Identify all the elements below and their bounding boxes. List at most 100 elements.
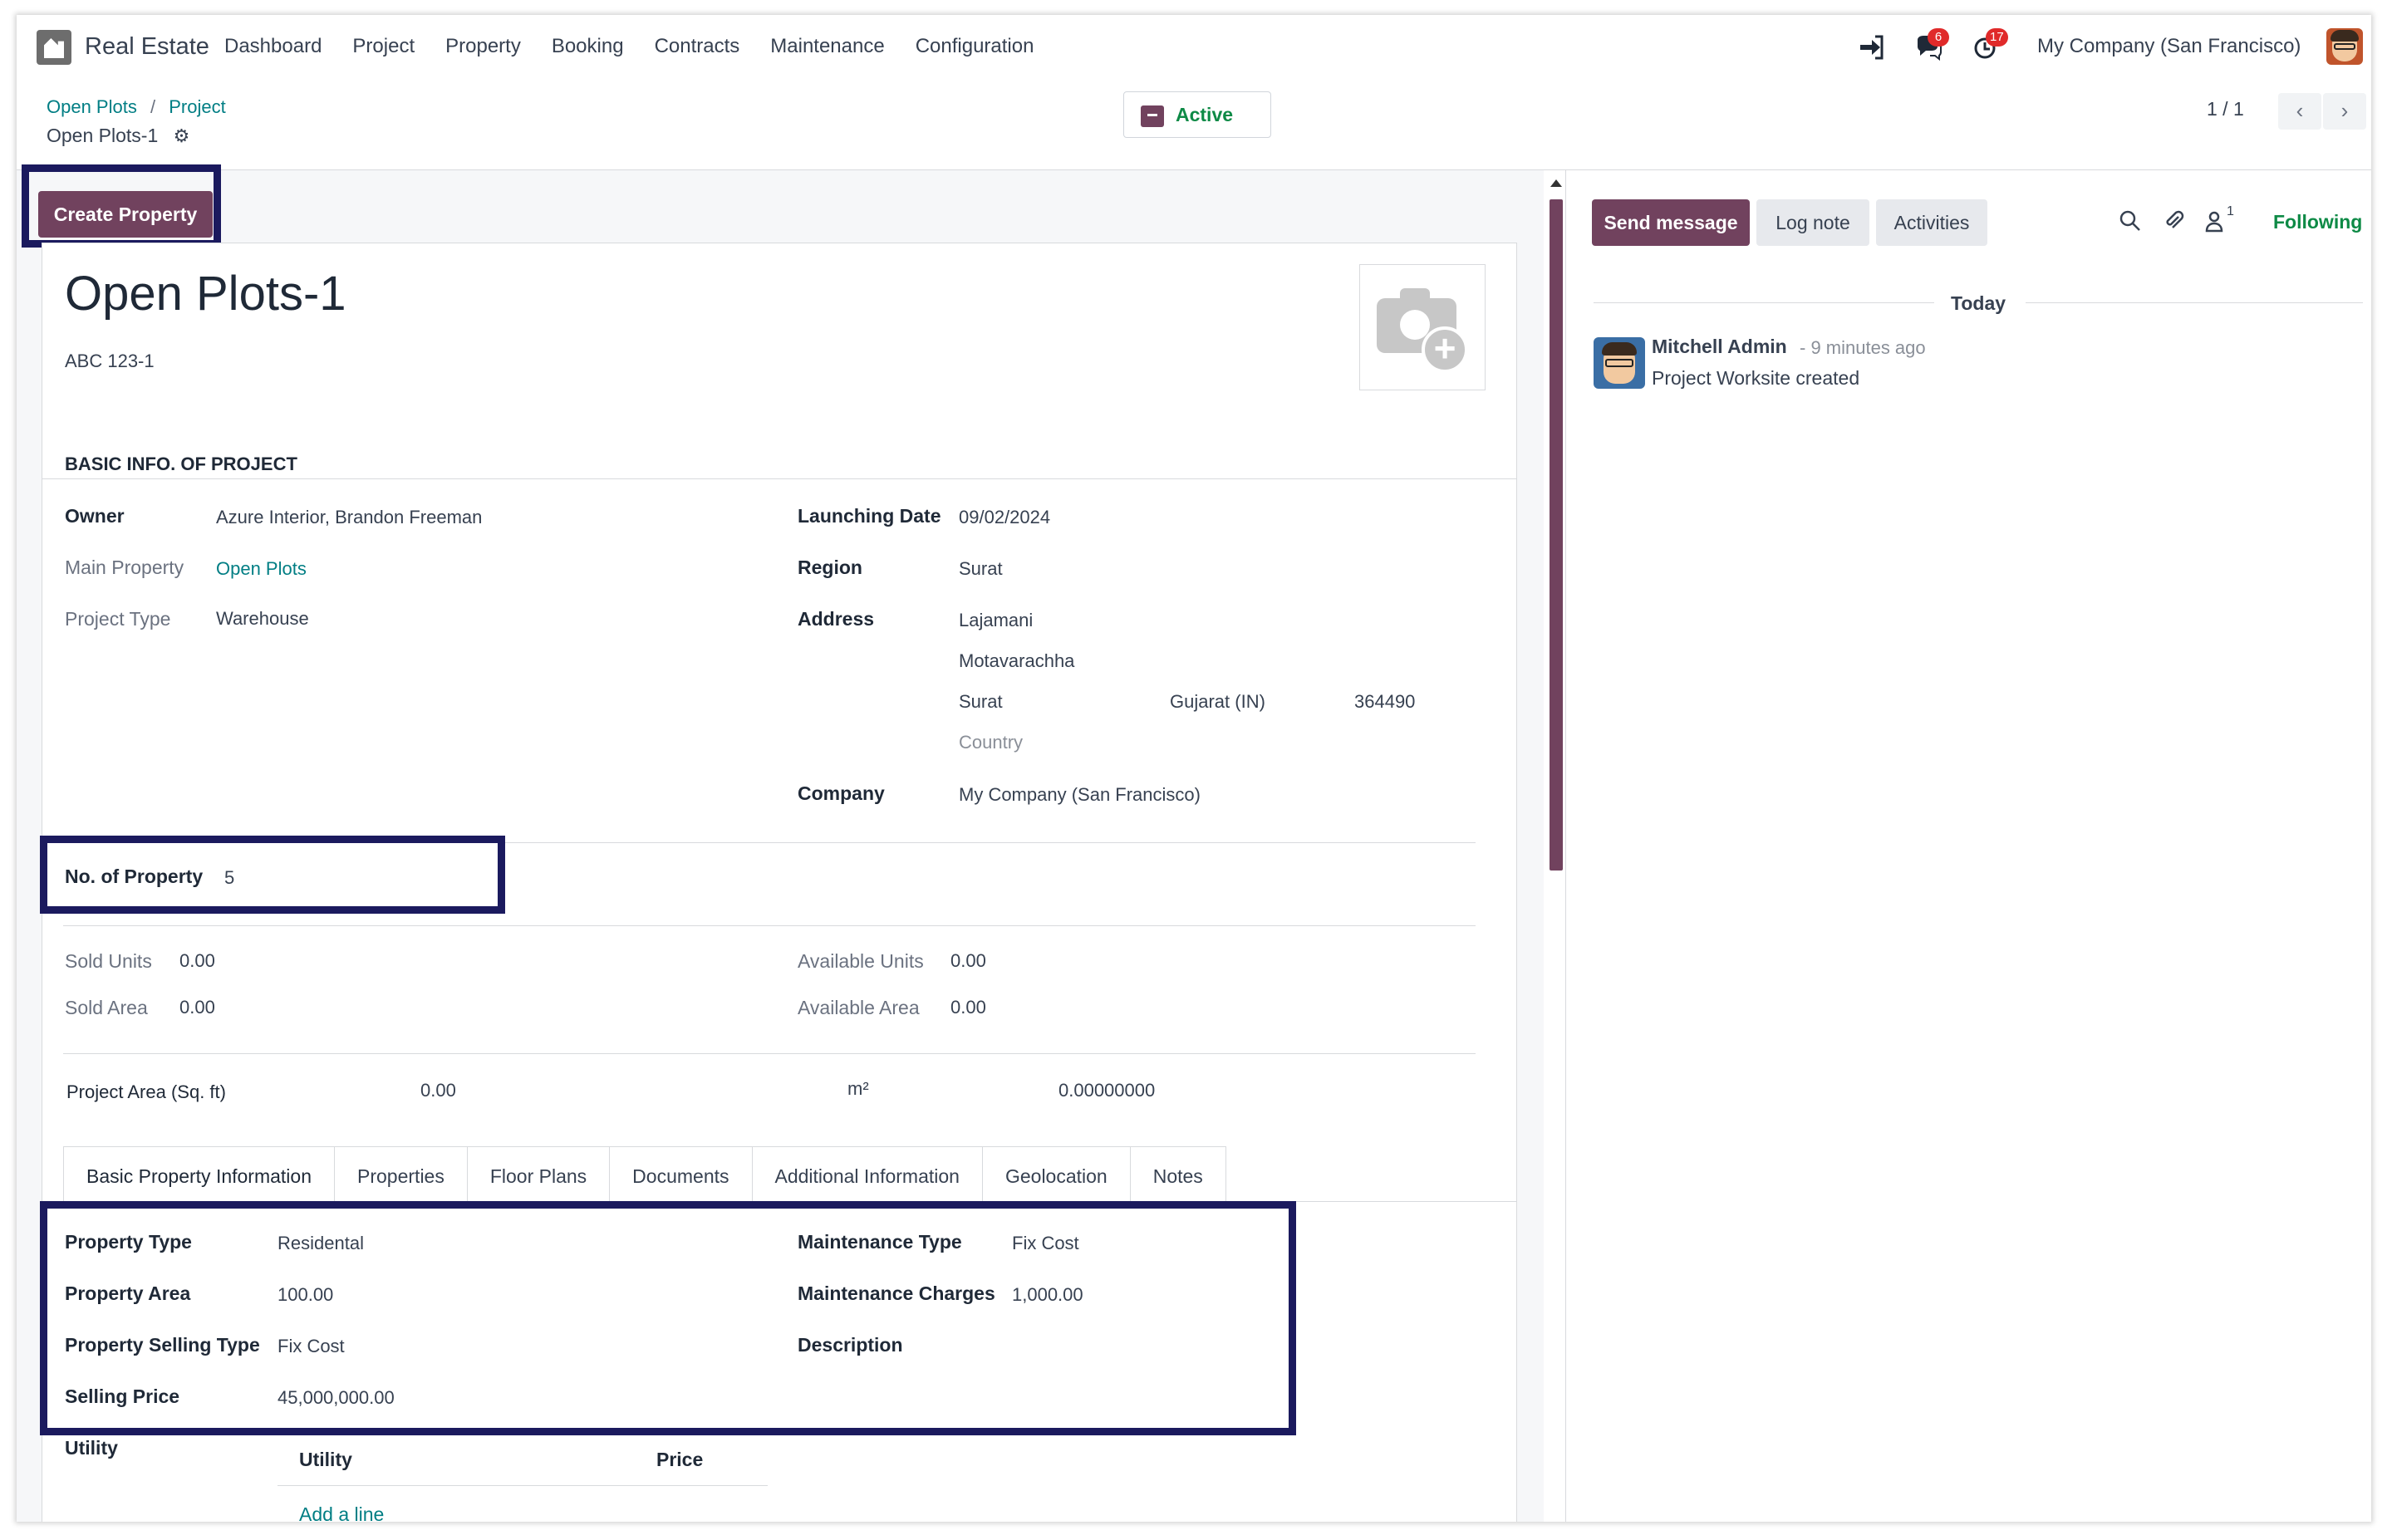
pager-next-button[interactable]: › [2323, 93, 2366, 130]
followers-icon[interactable] [2203, 209, 2227, 238]
breadcrumb: Open Plots / Project [47, 96, 226, 118]
launching-date-field[interactable]: 09/02/2024 [959, 507, 1050, 528]
region-label: Region [798, 557, 862, 578]
sign-in-icon[interactable] [1856, 33, 1886, 63]
state-field[interactable]: Gujarat (IN) [1170, 691, 1265, 713]
following-button[interactable]: Following [2273, 211, 2362, 233]
main-property-link[interactable]: Open Plots [216, 558, 307, 580]
create-property-button[interactable]: Create Property [38, 191, 213, 238]
message-author[interactable]: Mitchell Admin [1652, 336, 1787, 358]
top-navbar: Real Estate Dashboard Project Property B… [17, 15, 2371, 81]
country-field[interactable]: Country [959, 732, 1023, 753]
maintenance-type-label: Maintenance Type [798, 1231, 962, 1253]
price-column-header[interactable]: Price [656, 1449, 703, 1471]
project-type-field[interactable]: Warehouse [216, 608, 309, 630]
selling-type-field[interactable]: Fix Cost [278, 1336, 345, 1357]
menu-booking[interactable]: Booking [552, 35, 624, 58]
main-property-label: Main Property [65, 557, 184, 578]
company-label: Company [798, 782, 885, 804]
launching-date-label: Launching Date [798, 505, 941, 527]
available-units-label: Available Units [798, 950, 924, 972]
menu-project[interactable]: Project [352, 35, 415, 58]
app-name[interactable]: Real Estate [85, 33, 209, 61]
paperclip-icon[interactable] [2162, 209, 2185, 238]
gear-icon[interactable]: ⚙ [174, 125, 190, 147]
tab-basic-property-information[interactable]: Basic Property Information [63, 1146, 336, 1201]
utility-header-divider [278, 1485, 768, 1486]
tab-documents[interactable]: Documents [610, 1146, 753, 1201]
region-field[interactable]: Surat [959, 558, 1003, 580]
maintenance-type-field[interactable]: Fix Cost [1012, 1233, 1079, 1254]
scrollbar-thumb[interactable] [1550, 199, 1563, 871]
scroll-up-icon[interactable] [1550, 179, 1562, 187]
active-status-button[interactable]: Active [1123, 91, 1271, 138]
maintenance-charges-label: Maintenance Charges [798, 1283, 995, 1304]
tab-geolocation[interactable]: Geolocation [982, 1146, 1131, 1201]
menu-property[interactable]: Property [445, 35, 521, 58]
company-switcher[interactable]: My Company (San Francisco) [2037, 35, 2301, 58]
breadcrumb-separator: / [150, 96, 156, 117]
tab-additional-information[interactable]: Additional Information [752, 1146, 983, 1201]
company-field[interactable]: My Company (San Francisco) [959, 784, 1201, 806]
zip-field[interactable]: 364490 [1354, 691, 1415, 713]
city-field[interactable]: Surat [959, 691, 1003, 713]
record-code[interactable]: ABC 123-1 [65, 351, 155, 372]
messages-badge: 6 [1928, 28, 1949, 47]
send-message-button[interactable]: Send message [1592, 199, 1750, 246]
section-divider [42, 478, 1517, 479]
sold-units-field: 0.00 [179, 950, 215, 971]
property-type-field[interactable]: Residental [278, 1233, 364, 1254]
property-area-field[interactable]: 100.00 [278, 1284, 333, 1306]
sold-units-label: Sold Units [65, 950, 152, 972]
utility-label: Utility [65, 1437, 118, 1459]
project-type-label: Project Type [65, 608, 171, 630]
street-field[interactable]: Lajamani [959, 610, 1033, 631]
current-record-name: Open Plots-1 [47, 125, 159, 146]
owner-field[interactable]: Azure Interior, Brandon Freeman [216, 507, 482, 528]
selling-price-field[interactable]: 45,000,000.00 [278, 1387, 395, 1409]
image-upload[interactable]: + [1359, 264, 1486, 390]
menu-maintenance[interactable]: Maintenance [770, 35, 884, 58]
menu-configuration[interactable]: Configuration [916, 35, 1034, 58]
pager-value[interactable]: 1 / 1 [2207, 98, 2244, 120]
sold-area-label: Sold Area [65, 997, 148, 1018]
message-author-avatar[interactable] [1594, 337, 1645, 389]
app-logo-icon[interactable] [37, 30, 71, 65]
divider [63, 1053, 1476, 1054]
search-icon[interactable] [2119, 209, 2142, 238]
owner-label: Owner [65, 505, 125, 527]
add-a-line-link[interactable]: Add a line [299, 1503, 384, 1522]
section-basic-info: BASIC INFO. OF PROJECT [65, 454, 297, 474]
utility-column-header[interactable]: Utility [299, 1449, 352, 1471]
breadcrumb-project[interactable]: Project [169, 96, 225, 117]
followers-count: 1 [2227, 204, 2234, 218]
m2-label: m² [847, 1078, 869, 1099]
no-of-property-label: No. of Property [65, 866, 204, 887]
record-title[interactable]: Open Plots-1 [65, 266, 346, 321]
tab-floor-plans[interactable]: Floor Plans [467, 1146, 611, 1201]
available-units-field: 0.00 [950, 950, 986, 971]
tab-notes[interactable]: Notes [1130, 1146, 1226, 1201]
street2-field[interactable]: Motavarachha [959, 650, 1074, 672]
menu-dashboard[interactable]: Dashboard [224, 35, 322, 58]
user-avatar[interactable] [2326, 28, 2363, 65]
no-of-property-field[interactable]: 5 [224, 867, 234, 889]
activities-button[interactable]: Activities [1876, 199, 1987, 246]
available-area-label: Available Area [798, 997, 920, 1018]
add-photo-icon: + [1422, 326, 1468, 373]
pager-previous-button[interactable]: ‹ [2278, 93, 2321, 130]
tab-properties[interactable]: Properties [335, 1146, 468, 1201]
m2-field[interactable]: 0.00000000 [1058, 1080, 1155, 1101]
notebook-tabs: Basic Property Information Properties Fl… [63, 1146, 1226, 1201]
address-label: Address [798, 608, 875, 630]
activities-badge: 17 [1986, 28, 2008, 47]
maintenance-charges-field[interactable]: 1,000.00 [1012, 1284, 1083, 1306]
breadcrumb-open-plots[interactable]: Open Plots [47, 96, 137, 117]
description-label: Description [798, 1334, 903, 1356]
log-note-button[interactable]: Log note [1756, 199, 1869, 246]
divider [63, 925, 1476, 926]
menu-contracts[interactable]: Contracts [655, 35, 740, 58]
project-area-field[interactable]: 0.00 [420, 1080, 456, 1101]
message-body: Project Worksite created [1652, 367, 1860, 389]
selling-type-label: Property Selling Type [65, 1334, 260, 1356]
